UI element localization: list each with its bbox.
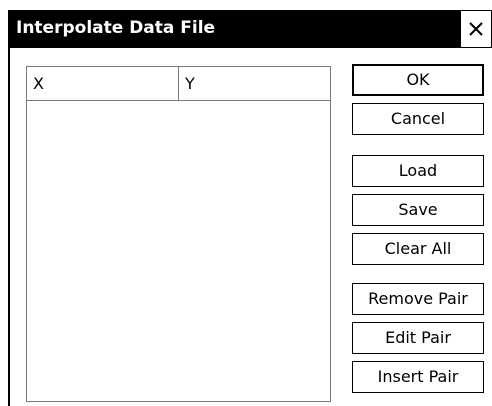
title-bar: Interpolate Data File (8, 10, 492, 48)
column-header-x[interactable]: X (27, 67, 179, 100)
save-button[interactable]: Save (352, 194, 484, 226)
load-button[interactable]: Load (352, 155, 484, 187)
close-icon (469, 22, 483, 36)
cancel-button[interactable]: Cancel (352, 103, 484, 135)
remove-pair-button[interactable]: Remove Pair (352, 283, 484, 315)
ok-button[interactable]: OK (352, 64, 484, 96)
edit-pair-button[interactable]: Edit Pair (352, 322, 484, 354)
column-header-y[interactable]: Y (179, 67, 330, 100)
interpolate-data-dialog: Interpolate Data File X Y OK Cancel Load… (0, 0, 492, 406)
window-left-border (8, 48, 10, 406)
data-pairs-list[interactable]: X Y (26, 66, 331, 402)
close-button[interactable] (460, 10, 492, 48)
insert-pair-button[interactable]: Insert Pair (352, 361, 484, 393)
list-header: X Y (27, 67, 330, 101)
dialog-title: Interpolate Data File (16, 18, 216, 38)
clear-all-button[interactable]: Clear All (352, 233, 484, 265)
